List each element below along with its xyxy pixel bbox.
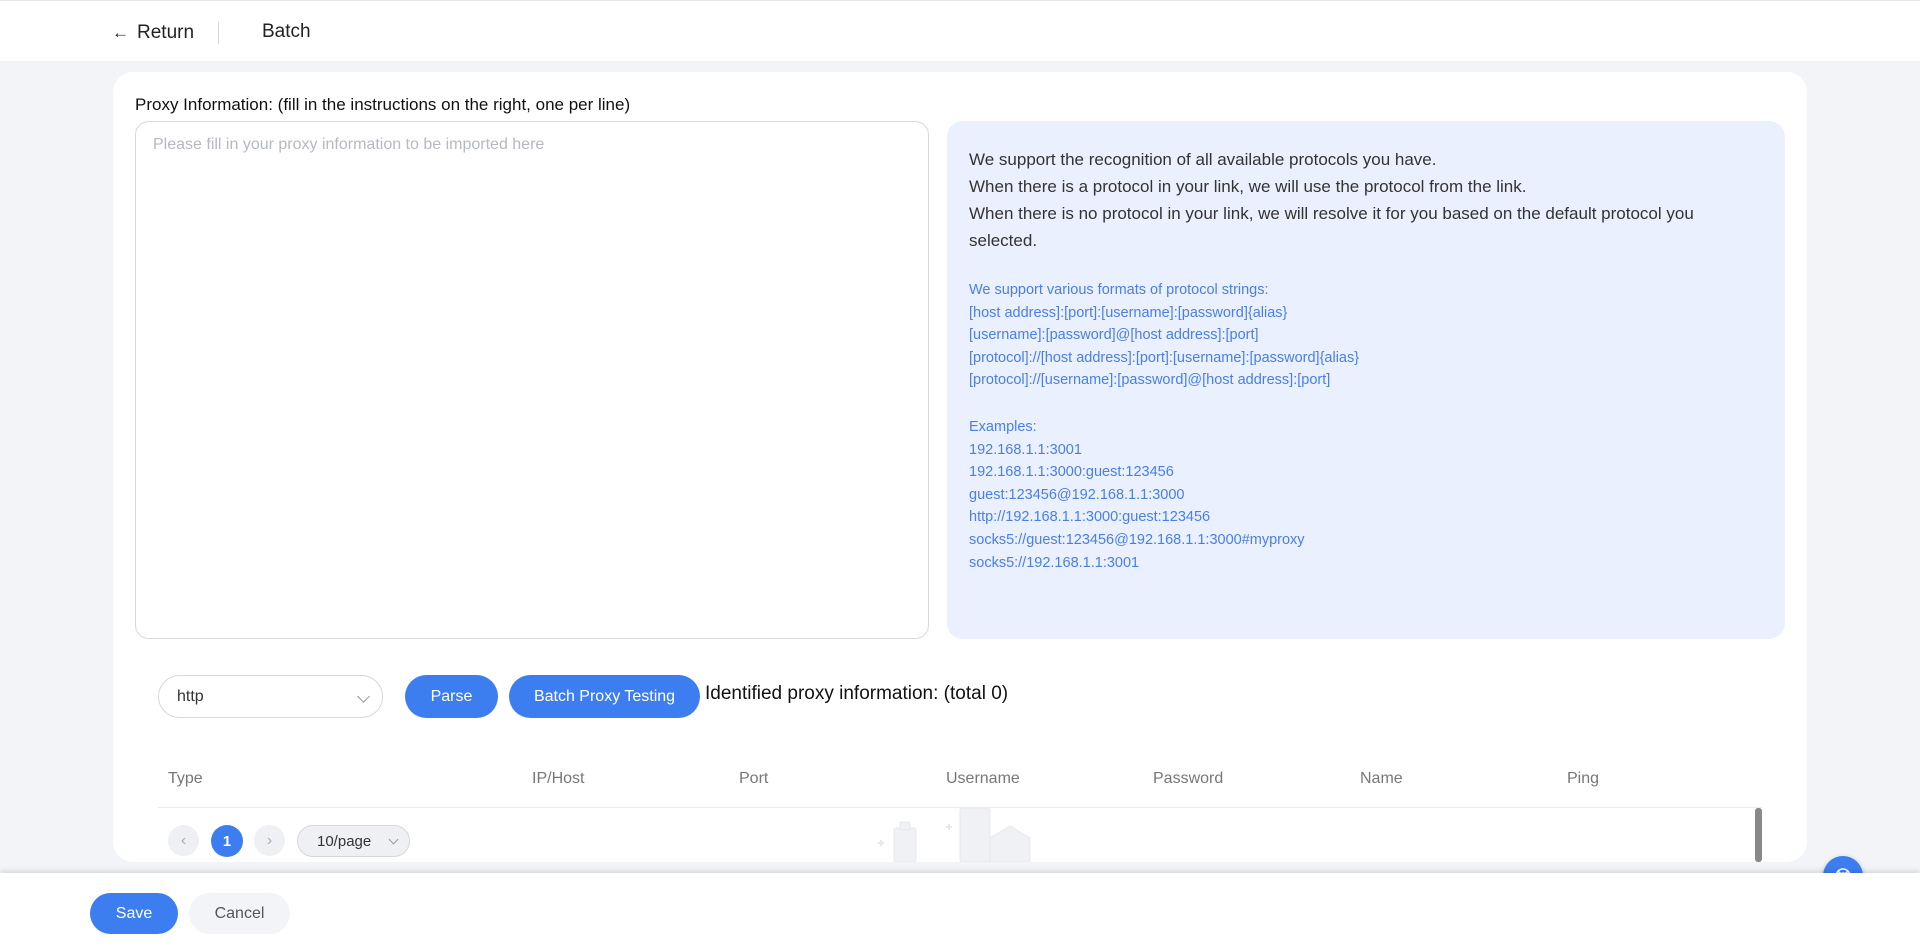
identified-count-text: Identified proxy information: (total 0) (705, 683, 1009, 704)
proxy-info-label: Proxy Information: (fill in the instruct… (135, 95, 631, 114)
chevron-down-icon (388, 834, 399, 845)
column-header-type: Type (168, 770, 203, 787)
page-title: Batch (262, 21, 311, 42)
protocol-select-value: http (177, 687, 204, 705)
page-size-value: 10/page (317, 832, 372, 850)
column-header-username: Username (946, 770, 1020, 787)
example-line: socks5://guest:123456@192.168.1.1:3000#m… (969, 531, 1305, 548)
parse-button[interactable]: Parse (405, 675, 498, 718)
column-header-name: Name (1360, 770, 1403, 787)
format-line: [protocol]://[username]:[password]@[host… (969, 372, 1331, 389)
proxy-info-textarea[interactable] (135, 121, 929, 639)
format-line: [host address]:[port]:[username]:[passwo… (969, 304, 1288, 321)
example-line: http://192.168.1.1:3000:guest:123456 (969, 509, 1211, 526)
example-line: guest:123456@192.168.1.1:3000 (969, 486, 1185, 503)
format-line: [protocol]://[host address]:[port]:[user… (969, 349, 1360, 366)
header-divider (218, 22, 219, 44)
example-line: 192.168.1.1:3000:guest:123456 (969, 464, 1174, 481)
pagination-page-1[interactable]: 1 (211, 825, 243, 857)
instructions-examples: Examples: 192.168.1.1:3001 192.168.1.1:3… (969, 416, 1763, 574)
instructions-panel: We support the recognition of all availa… (947, 121, 1785, 639)
instructions-main: We support the recognition of all availa… (969, 146, 1763, 254)
example-line: 192.168.1.1:3001 (969, 441, 1082, 458)
pagination-next-button[interactable]: › (254, 825, 285, 856)
column-header-password: Password (1153, 770, 1224, 787)
return-button[interactable]: ← Return (112, 21, 194, 45)
format-line: [username]:[password]@[host address]:[po… (969, 327, 1259, 344)
arrow-left-icon: ← (112, 23, 129, 42)
instruction-line: When there is a protocol in your link, w… (969, 177, 1527, 196)
chevron-right-icon: › (266, 831, 273, 849)
empty-state-illustration (878, 808, 1031, 862)
column-header-ping: Ping (1567, 770, 1600, 787)
batch-proxy-testing-button[interactable]: Batch Proxy Testing (509, 675, 700, 718)
protocol-select[interactable]: http (158, 675, 383, 718)
pagination-prev-button[interactable]: ‹ (168, 825, 199, 856)
top-bar: ← Return Batch (0, 0, 1920, 61)
instruction-line: When there is no protocol in your link, … (969, 204, 1694, 250)
save-button[interactable]: Save (90, 893, 178, 934)
chevron-down-icon (357, 690, 370, 703)
instruction-line: We support the recognition of all availa… (969, 150, 1437, 169)
table-scrollbar[interactable] (1755, 808, 1762, 862)
chevron-left-icon: ‹ (180, 831, 187, 849)
example-line: Examples: (969, 418, 1037, 435)
proxy-table-header: Type IP/Host Port Username Password Name… (158, 770, 1762, 808)
cancel-button[interactable]: Cancel (189, 893, 290, 934)
example-line: socks5://192.168.1.1:3001 (969, 554, 1140, 571)
instructions-formats: We support various formats of protocol s… (969, 279, 1763, 392)
column-header-port: Port (739, 770, 769, 787)
page-size-select[interactable]: 10/page (297, 825, 410, 857)
column-header-ip-host: IP/Host (532, 770, 585, 787)
return-label: Return (137, 22, 195, 43)
format-line: We support various formats of protocol s… (969, 282, 1269, 298)
